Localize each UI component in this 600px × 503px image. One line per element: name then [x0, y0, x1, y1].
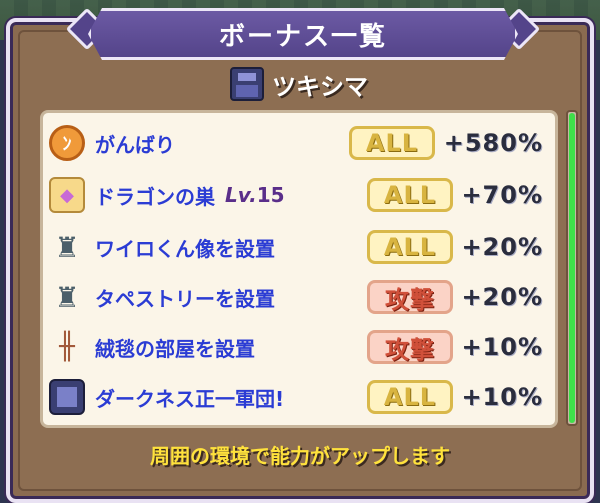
character-portrait-icon	[230, 67, 264, 101]
carpet-icon: ╫	[59, 332, 75, 362]
bonus-label: 絨毯の部屋を設置	[95, 336, 255, 361]
bonus-value: +70%	[461, 181, 543, 209]
list-item: ♜ ワイロくん像を設置 ALL +20%	[49, 223, 549, 271]
bonus-value: +10%	[461, 333, 543, 361]
bonus-value: +20%	[461, 233, 543, 261]
dragon-nest-icon: ◆	[49, 177, 85, 213]
level-value: 15	[256, 183, 285, 207]
bonus-value: +580%	[443, 129, 543, 157]
target-badge: 攻撃	[367, 280, 453, 314]
list-item: ◆ ドラゴンの巣 Lv. 15 ALL +70%	[49, 171, 549, 219]
bonus-value: +10%	[461, 383, 543, 411]
list-item: ╫ 絨毯の部屋を設置 攻撃 +10%	[49, 323, 549, 371]
bonus-label: ダークネス正一軍団!	[95, 386, 285, 411]
dark-army-icon-inner	[57, 387, 77, 407]
ganbari-icon: ﾝ	[49, 125, 85, 161]
target-badge: ALL	[349, 126, 435, 160]
page-title: ボーナス一覧	[218, 21, 387, 52]
statue-icon: ♜	[54, 230, 80, 264]
list-item: ダークネス正一軍団! ALL +10%	[49, 373, 549, 421]
list-item: ﾝ がんばり ALL +580%	[49, 119, 549, 167]
character-header: ツキシマ	[230, 66, 368, 102]
level-prefix: Lv.	[225, 183, 257, 207]
list-item: ♜ タペストリーを設置 攻撃 +20%	[49, 273, 549, 321]
bonus-label: がんばり	[95, 132, 175, 157]
footer-note: 周囲の環境で能力がアップします	[150, 444, 450, 468]
bonus-label: ワイロくん像を設置	[95, 236, 275, 261]
target-badge: 攻撃	[367, 330, 453, 364]
bonus-label: ドラゴンの巣	[95, 184, 215, 209]
target-badge: ALL	[367, 380, 453, 414]
scrollbar[interactable]	[566, 110, 578, 426]
bonus-value: +20%	[461, 283, 543, 311]
target-badge: ALL	[367, 230, 453, 264]
title-banner: ボーナス一覧	[88, 8, 518, 60]
target-badge: ALL	[367, 178, 453, 212]
statue-icon: ♜	[54, 280, 80, 314]
bonus-label: タペストリーを設置	[95, 286, 275, 311]
dark-army-icon	[49, 379, 85, 415]
scrollbar-thumb[interactable]	[569, 113, 575, 423]
bonus-list[interactable]: ﾝ がんばり ALL +580% ◆ ドラゴンの巣 Lv. 15 ALL +70…	[40, 110, 558, 428]
character-name: ツキシマ	[272, 72, 368, 101]
